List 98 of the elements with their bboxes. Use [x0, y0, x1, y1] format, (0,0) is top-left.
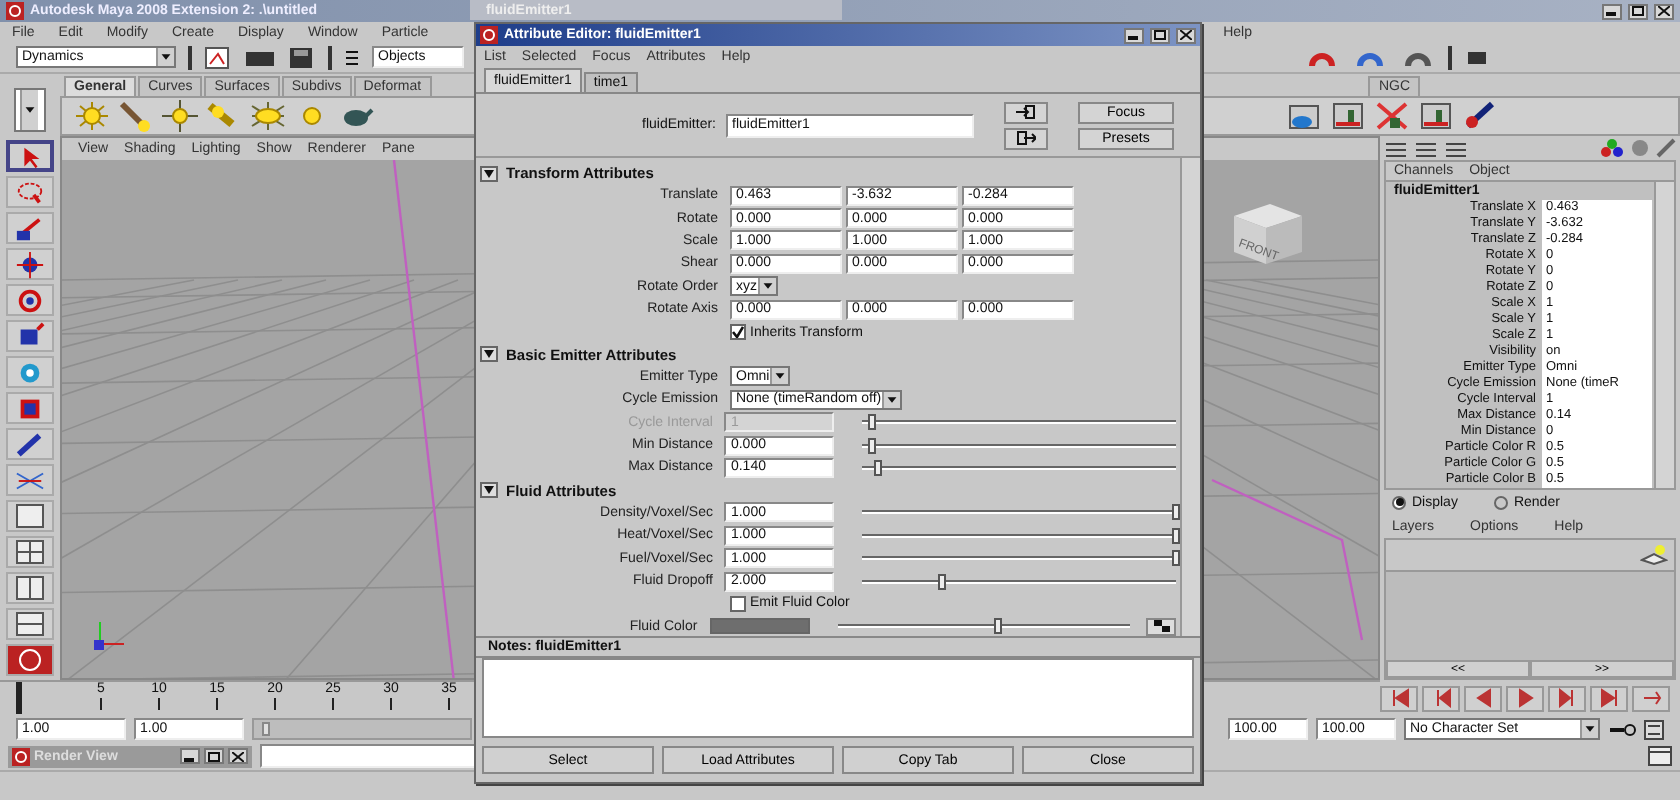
close-icon — [232, 751, 244, 761]
minimize-button[interactable] — [1124, 27, 1144, 43]
step-forward-button[interactable] — [1548, 685, 1586, 711]
slider-thumb[interactable] — [868, 437, 877, 454]
slider-thumb[interactable] — [874, 459, 883, 476]
go-to-end-icon — [1641, 688, 1661, 708]
step-back-icon — [1431, 688, 1451, 708]
crosshair-sun-icon[interactable] — [162, 100, 198, 132]
brush-icon[interactable] — [1462, 100, 1498, 132]
checkbox[interactable] — [730, 324, 746, 341]
slider-thumb[interactable] — [1172, 527, 1180, 544]
command-line-field[interactable] — [260, 744, 480, 768]
slider-track[interactable] — [862, 437, 1176, 454]
app-logo-icon — [12, 747, 30, 765]
play-backward-icon — [1473, 688, 1493, 708]
minimize-icon — [1606, 6, 1618, 16]
save-icon[interactable] — [288, 45, 316, 69]
script-editor-icon[interactable] — [1648, 746, 1672, 766]
close-button[interactable] — [1654, 3, 1674, 19]
arrow-out-of-box-icon — [1016, 130, 1036, 146]
dropdown-arrow-icon[interactable] — [757, 278, 775, 295]
checker-icon — [1153, 620, 1170, 633]
color-swatch[interactable] — [709, 618, 811, 635]
tool-settings-icon[interactable] — [1444, 139, 1468, 157]
play-backward-button[interactable] — [1464, 685, 1502, 711]
slider-thumb[interactable] — [994, 618, 1003, 635]
radio-button[interactable] — [1493, 495, 1508, 509]
close-icon — [1658, 6, 1670, 16]
app-logo-icon — [480, 26, 498, 44]
shelf-menu-button[interactable] — [14, 88, 46, 132]
dropdown-arrow-icon[interactable] — [1580, 720, 1598, 738]
notes-field[interactable] — [482, 658, 1194, 738]
key-icon[interactable] — [1608, 721, 1636, 737]
dropdown-arrow-icon[interactable] — [881, 391, 900, 408]
checkbox[interactable] — [730, 595, 746, 612]
step-back-button[interactable] — [1422, 685, 1460, 711]
pencil-icon[interactable] — [1656, 138, 1676, 158]
check-icon — [732, 326, 744, 339]
go-to-end-button[interactable] — [1632, 685, 1670, 711]
delete-icon[interactable] — [1374, 100, 1410, 132]
selection-mask-icon[interactable] — [344, 45, 360, 69]
spiky-sun-icon[interactable] — [250, 100, 286, 132]
scrollbar[interactable] — [1654, 182, 1674, 488]
range-handle[interactable] — [262, 722, 270, 736]
comet-icon[interactable] — [118, 100, 154, 132]
radio-button[interactable] — [1392, 495, 1406, 509]
four-view-layout-icon[interactable] — [16, 540, 44, 564]
go-to-start-icon — [1389, 688, 1409, 708]
minimize-button[interactable] — [1602, 3, 1622, 19]
side-by-side-layout-icon[interactable] — [16, 576, 44, 600]
step-forward-icon — [1557, 688, 1577, 708]
input-connection-button[interactable] — [1004, 101, 1048, 123]
current-time-marker[interactable] — [16, 682, 22, 714]
maximize-icon — [1154, 30, 1166, 40]
play-icon — [1515, 688, 1535, 708]
output-connection-button[interactable] — [1004, 127, 1048, 149]
scrollbar[interactable] — [1180, 158, 1200, 636]
arrow-into-box-icon — [1016, 104, 1036, 120]
minimize-icon — [1128, 30, 1140, 40]
app-logo-icon — [6, 2, 24, 20]
collapse-arrow-icon[interactable] — [480, 346, 498, 363]
channel-box-icon[interactable] — [1384, 139, 1408, 157]
maximize-button[interactable] — [1628, 3, 1648, 19]
range-slider[interactable] — [252, 718, 472, 740]
dropdown-arrow-icon[interactable] — [769, 368, 788, 385]
next-key-button[interactable] — [1590, 685, 1628, 711]
collapse-arrow-icon[interactable] — [480, 165, 498, 181]
next-key-icon — [1599, 688, 1619, 708]
close-icon — [1180, 30, 1192, 40]
stacked-layout-icon[interactable] — [16, 612, 44, 636]
play-button[interactable] — [1506, 685, 1544, 711]
new-scene-icon[interactable] — [204, 45, 232, 69]
ground-icon[interactable] — [1418, 100, 1454, 132]
collapse-arrow-icon[interactable] — [480, 482, 498, 499]
move-icon[interactable] — [12, 249, 48, 279]
ground-icon[interactable] — [1330, 100, 1366, 132]
maximize-icon — [1632, 6, 1644, 16]
go-to-start-button[interactable] — [1380, 685, 1418, 711]
single-view-layout-icon[interactable] — [16, 504, 44, 528]
maximize-button[interactable] — [204, 748, 224, 764]
maximize-icon — [208, 751, 220, 761]
attribute-icon[interactable] — [1414, 139, 1438, 157]
color-dots-icon[interactable] — [1600, 138, 1624, 158]
axis-indicator-icon — [90, 616, 130, 652]
dropdown-arrow-icon[interactable] — [156, 48, 174, 66]
map-button[interactable] — [1146, 617, 1176, 636]
slider-thumb[interactable] — [1172, 550, 1180, 567]
slider-track[interactable] — [862, 414, 1176, 431]
slider-thumb[interactable] — [937, 573, 946, 590]
preferences-icon[interactable] — [1644, 719, 1664, 739]
slider-thumb[interactable] — [1172, 504, 1180, 521]
close-button[interactable] — [228, 748, 248, 764]
close-button[interactable] — [1176, 27, 1196, 43]
render-icon[interactable] — [14, 646, 46, 674]
new-layer-icon[interactable] — [1640, 544, 1668, 566]
lasso-icon[interactable] — [12, 177, 48, 207]
maximize-button[interactable] — [1150, 27, 1170, 43]
minimize-button[interactable] — [180, 748, 200, 764]
